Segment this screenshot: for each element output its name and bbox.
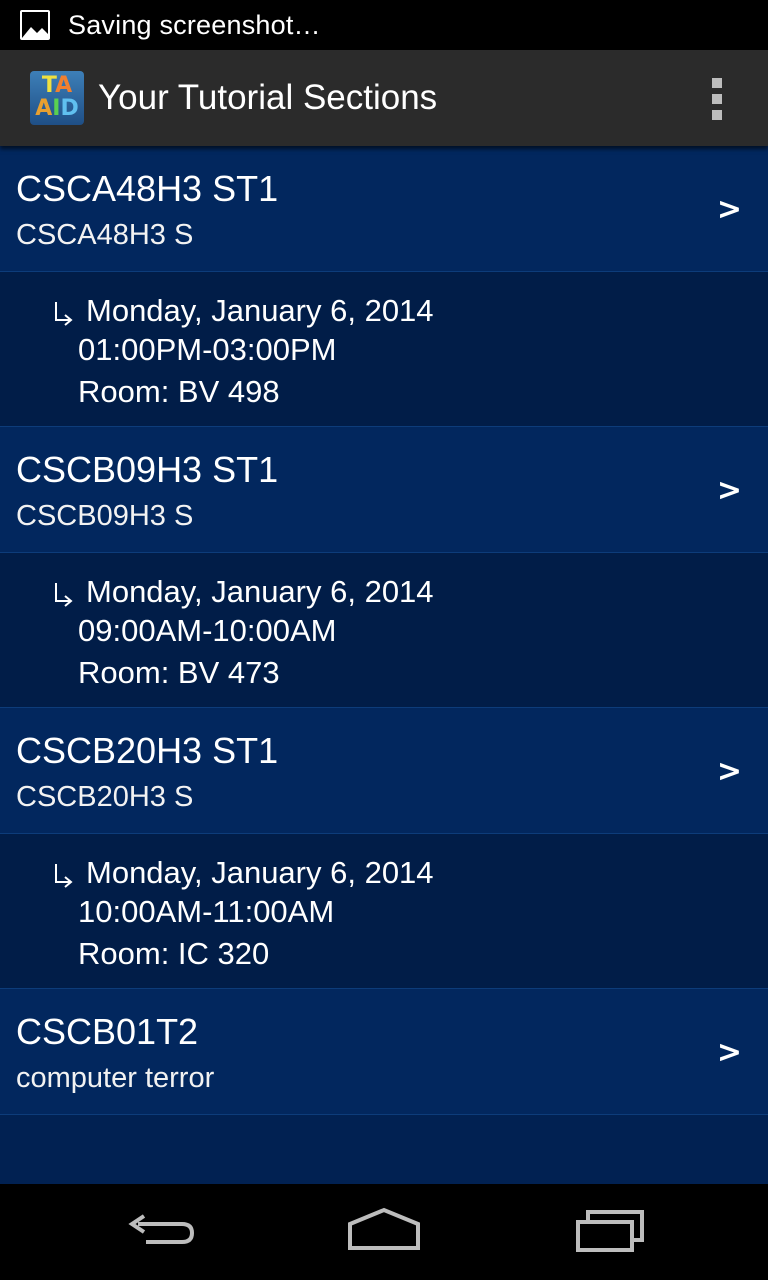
session-time: 01:00PM-03:00PM: [78, 332, 337, 367]
section-subtitle: CSCB09H3 S: [16, 500, 194, 532]
overflow-dot: [712, 110, 722, 120]
session-room: Room: BV 498: [78, 374, 280, 409]
session-date: Monday, January 6, 2014: [86, 574, 434, 609]
section-row-cscb09h3[interactable]: CSCB09H3 ST1 CSCB09H3 S >: [0, 427, 768, 553]
section-code: CSCB01T2: [16, 1011, 199, 1052]
action-bar: TA AID Your Tutorial Sections: [0, 50, 768, 146]
section-code: CSCA48H3 ST1: [16, 168, 279, 209]
app-logo-line1: TA: [41, 73, 73, 98]
navigation-bar: [0, 1184, 768, 1280]
overflow-dot: [712, 78, 722, 88]
section-detail-cscb09h3[interactable]: Monday, January 6, 2014 09:00AM-10:00AM …: [0, 553, 768, 708]
sub-arrow-icon: [55, 864, 73, 888]
session-room: Room: IC 320: [78, 936, 270, 971]
status-text: Saving screenshot…: [68, 9, 321, 40]
section-detail-csca48h3[interactable]: Monday, January 6, 2014 01:00PM-03:00PM …: [0, 272, 768, 427]
section-subtitle: CSCB20H3 S: [16, 781, 194, 813]
page-title: Your Tutorial Sections: [98, 78, 438, 117]
session-date: Monday, January 6, 2014: [86, 293, 434, 328]
overflow-dot: [712, 94, 722, 104]
chevron-right-icon[interactable]: >: [717, 1035, 742, 1070]
section-row-cscb20h3[interactable]: CSCB20H3 ST1 CSCB20H3 S >: [0, 708, 768, 834]
section-row-csca48h3[interactable]: CSCA48H3 ST1 CSCA48H3 S >: [0, 146, 768, 272]
sub-arrow-icon: [55, 302, 73, 326]
section-detail-cscb20h3[interactable]: Monday, January 6, 2014 10:00AM-11:00AM …: [0, 834, 768, 989]
session-room: Room: BV 473: [78, 655, 280, 690]
app-logo-icon[interactable]: TA AID: [30, 71, 84, 125]
back-icon[interactable]: [124, 1204, 196, 1260]
session-date: Monday, January 6, 2014: [86, 855, 434, 890]
status-bar: Saving screenshot…: [0, 0, 768, 50]
section-row-cscb01t2[interactable]: CSCB01T2 computer terror >: [0, 989, 768, 1115]
session-time: 10:00AM-11:00AM: [78, 894, 335, 929]
session-time: 09:00AM-10:00AM: [78, 613, 337, 648]
chevron-right-icon[interactable]: >: [717, 192, 742, 227]
chevron-right-icon[interactable]: >: [717, 473, 742, 508]
home-icon[interactable]: [346, 1204, 422, 1260]
section-subtitle: computer terror: [16, 1062, 215, 1094]
overflow-menu-icon[interactable]: [710, 78, 724, 120]
chevron-right-icon[interactable]: >: [717, 754, 742, 789]
sub-arrow-icon: [55, 583, 73, 607]
image-icon: [20, 10, 50, 40]
tutorial-sections-list[interactable]: CSCA48H3 ST1 CSCA48H3 S > Monday, Januar…: [0, 146, 768, 1184]
section-code: CSCB20H3 ST1: [16, 730, 279, 771]
recents-icon[interactable]: [574, 1204, 646, 1260]
app-logo-line2: AID: [35, 96, 79, 121]
section-code: CSCB09H3 ST1: [16, 449, 279, 490]
section-subtitle: CSCA48H3 S: [16, 219, 194, 251]
